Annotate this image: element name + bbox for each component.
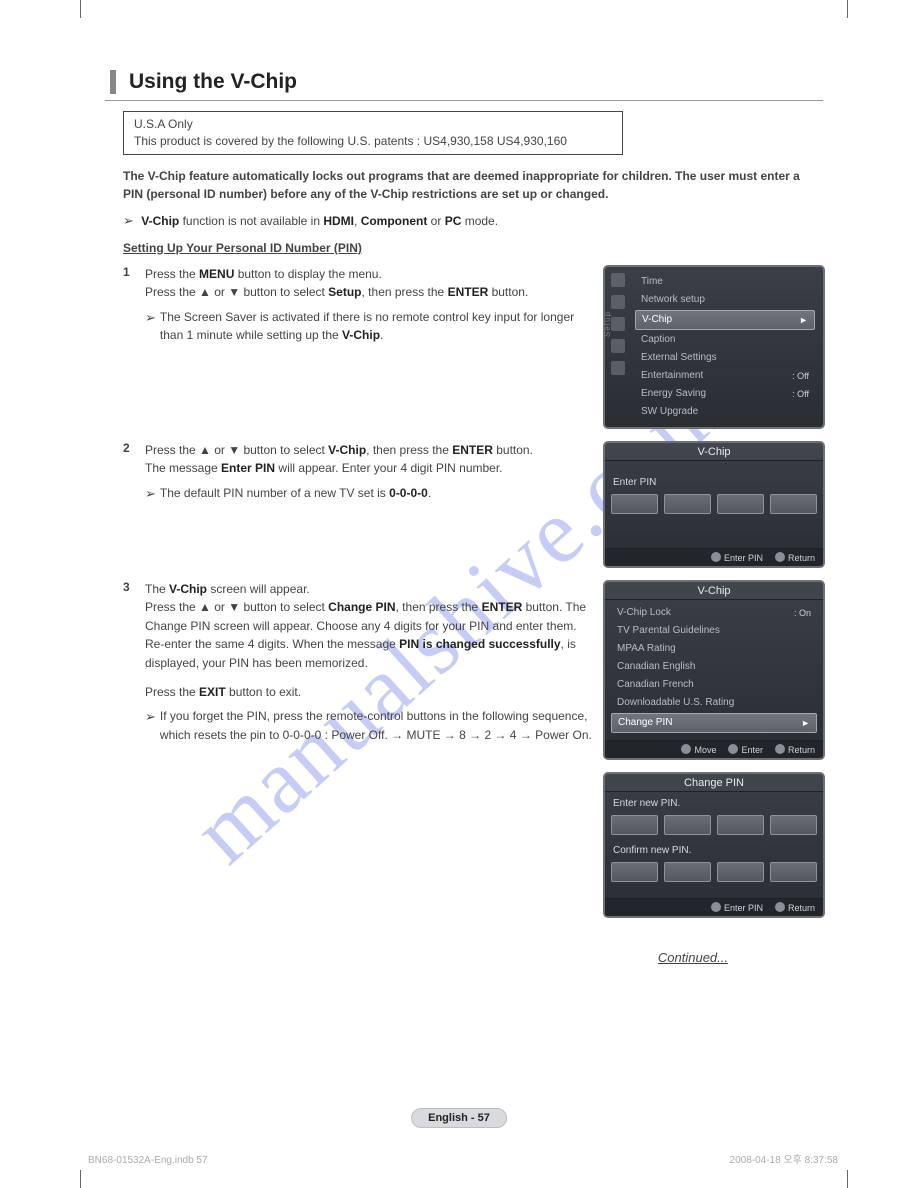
menu-item[interactable]: SW Upgrade bbox=[635, 403, 815, 421]
footer-left: BN68-01532A-Eng.indb 57 bbox=[88, 1155, 208, 1166]
menu-item[interactable]: MPAA Rating bbox=[611, 640, 817, 658]
pin-digit[interactable] bbox=[611, 494, 658, 514]
pin-digit[interactable] bbox=[770, 862, 817, 882]
menu-item[interactable]: V-Chip► bbox=[635, 310, 815, 330]
osd-footer: Move Enter Return bbox=[605, 740, 823, 758]
arrow-icon: ➢ bbox=[123, 213, 134, 228]
mode-note: ➢ V-Chip function is not available in HD… bbox=[123, 213, 823, 229]
menu-item[interactable]: Network setup bbox=[635, 291, 815, 309]
pin-digit[interactable] bbox=[611, 862, 658, 882]
osd-setup-menu: Setup TimeNetwork setupV-Chip►CaptionExt… bbox=[603, 265, 825, 429]
pin-digit[interactable] bbox=[664, 815, 711, 835]
pin-digit[interactable] bbox=[611, 815, 658, 835]
continued-label: Continued... bbox=[105, 950, 728, 965]
menu-item[interactable]: External Settings bbox=[635, 349, 815, 367]
page-number-badge: English - 57 bbox=[411, 1108, 507, 1128]
foot-enter-pin: Enter PIN bbox=[711, 902, 763, 913]
step-1-subnote: ➢ The Screen Saver is activated if there… bbox=[145, 308, 595, 345]
menu-item[interactable]: Time bbox=[635, 273, 815, 291]
title-rule bbox=[105, 100, 823, 101]
pin-input-row bbox=[611, 862, 817, 882]
pin-digit[interactable] bbox=[664, 862, 711, 882]
subheading: Setting Up Your Personal ID Number (PIN) bbox=[123, 241, 823, 255]
foot-return: Return bbox=[775, 744, 815, 755]
step-2: 2 Press the ▲ or ▼ button to select V-Ch… bbox=[105, 441, 595, 506]
pin-input-row bbox=[611, 815, 817, 835]
osd-footer: Enter PIN Return bbox=[605, 548, 823, 566]
osd-title: V-Chip bbox=[605, 582, 823, 600]
arrow-icon: ➢ bbox=[145, 484, 156, 504]
osd-footer: Enter PIN Return bbox=[605, 898, 823, 916]
step-2-subnote: ➢ The default PIN number of a new TV set… bbox=[145, 484, 595, 504]
foot-return: Return bbox=[775, 902, 815, 913]
osd-label: Enter PIN bbox=[613, 477, 817, 488]
menu-icon bbox=[611, 295, 625, 309]
step-3: 3 The V-Chip screen will appear. Press t… bbox=[105, 580, 595, 747]
arrow-icon: ➢ bbox=[145, 308, 156, 345]
footer-right: 2008-04-18 오후 8:37:58 bbox=[730, 1151, 838, 1166]
osd-side-icons bbox=[611, 273, 629, 421]
menu-item[interactable]: TV Parental Guidelines bbox=[611, 622, 817, 640]
step-number: 3 bbox=[123, 580, 145, 745]
page-title: Using the V-Chip bbox=[110, 70, 823, 94]
menu-icon bbox=[611, 361, 625, 375]
osd-change-pin: Change PIN Enter new PIN. Confirm new PI… bbox=[603, 772, 825, 918]
osd-vchip-menu: V-Chip V-Chip Lock: OnTV Parental Guidel… bbox=[603, 580, 825, 760]
pin-digit[interactable] bbox=[717, 494, 764, 514]
bold: V-Chip bbox=[141, 214, 179, 228]
intro-paragraph: The V-Chip feature automatically locks o… bbox=[123, 167, 823, 203]
gear-icon bbox=[611, 317, 625, 331]
menu-icon bbox=[611, 339, 625, 353]
pin-digit[interactable] bbox=[717, 815, 764, 835]
usa-line2: This product is covered by the following… bbox=[134, 133, 612, 150]
pin-digit[interactable] bbox=[770, 815, 817, 835]
step-number: 2 bbox=[123, 441, 145, 504]
pin-digit[interactable] bbox=[770, 494, 817, 514]
pin-digit[interactable] bbox=[717, 862, 764, 882]
foot-enter-pin: Enter PIN bbox=[711, 552, 763, 563]
menu-item[interactable]: Entertainment: Off bbox=[635, 367, 815, 385]
foot-return: Return bbox=[775, 552, 815, 563]
osd-title: Change PIN bbox=[605, 774, 823, 792]
step-number: 1 bbox=[123, 265, 145, 345]
menu-item[interactable]: Energy Saving: Off bbox=[635, 385, 815, 403]
osd-label: Confirm new PIN. bbox=[613, 845, 817, 856]
menu-item[interactable]: Downloadable U.S. Rating bbox=[611, 694, 817, 712]
osd-label: Enter new PIN. bbox=[613, 798, 817, 809]
pin-digit[interactable] bbox=[664, 494, 711, 514]
step-1: 1 Press the MENU button to display the m… bbox=[105, 265, 595, 347]
step-3-subnote: ➢ If you forget the PIN, press the remot… bbox=[145, 707, 595, 744]
menu-item[interactable]: Canadian English bbox=[611, 658, 817, 676]
pin-input-row bbox=[611, 494, 817, 514]
foot-enter: Enter bbox=[728, 744, 763, 755]
usa-patent-box: U.S.A Only This product is covered by th… bbox=[123, 111, 623, 155]
menu-item[interactable]: Caption bbox=[635, 331, 815, 349]
foot-move: Move bbox=[681, 744, 716, 755]
menu-item[interactable]: Canadian French bbox=[611, 676, 817, 694]
osd-title: V-Chip bbox=[605, 443, 823, 461]
menu-item[interactable]: Change PIN► bbox=[611, 713, 817, 733]
osd-enter-pin: V-Chip Enter PIN Enter PIN Return bbox=[603, 441, 825, 568]
usa-line1: U.S.A Only bbox=[134, 116, 612, 133]
page-content: Using the V-Chip U.S.A Only This product… bbox=[105, 70, 823, 965]
menu-icon bbox=[611, 273, 625, 287]
menu-item[interactable]: V-Chip Lock: On bbox=[611, 604, 817, 622]
arrow-icon: ➢ bbox=[145, 707, 156, 744]
